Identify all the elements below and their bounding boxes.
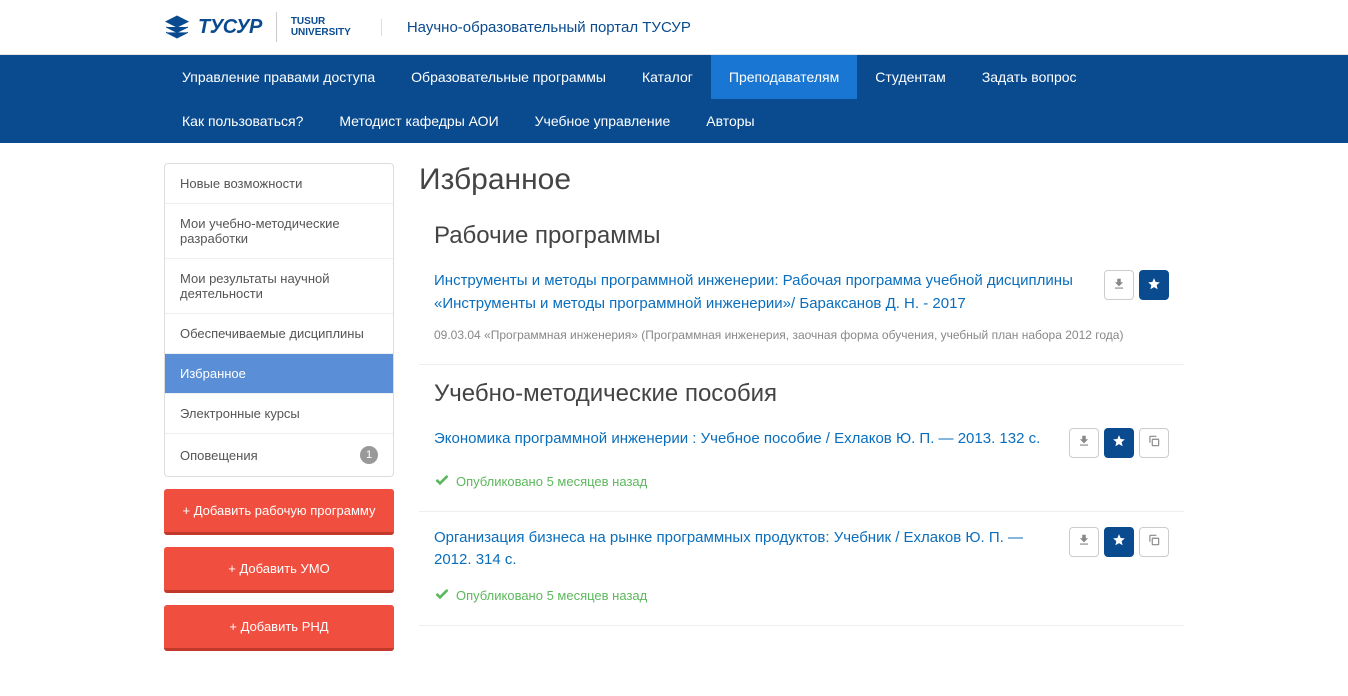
add-button-1[interactable]: + Добавить УМО bbox=[164, 547, 394, 593]
sidebar-item-label: Электронные курсы bbox=[180, 406, 300, 421]
download-icon bbox=[1077, 533, 1091, 550]
sidebar-item-1[interactable]: Мои учебно-методические разработки bbox=[165, 204, 393, 259]
sidebar-item-3[interactable]: Обеспечиваемые дисциплины bbox=[165, 314, 393, 354]
download-icon bbox=[1112, 277, 1126, 294]
item-actions bbox=[1104, 270, 1169, 300]
header: ТУСУР TUSUR UNIVERSITY Научно-образовате… bbox=[0, 0, 1348, 55]
star-icon bbox=[1147, 277, 1161, 294]
sidebar-item-label: Новые возможности bbox=[180, 176, 302, 191]
copy-button[interactable] bbox=[1139, 428, 1169, 458]
nav-item-1[interactable]: Образовательные программы bbox=[393, 55, 624, 99]
sidebar-item-5[interactable]: Электронные курсы bbox=[165, 394, 393, 434]
main-nav: Управление правами доступаОбразовательны… bbox=[0, 55, 1348, 143]
item-status: Опубликовано 5 месяцев назад bbox=[434, 472, 1169, 491]
item-status: Опубликовано 5 месяцев назад bbox=[434, 586, 1169, 605]
sidebar-item-label: Мои результаты научной деятельности bbox=[180, 271, 378, 301]
check-icon bbox=[434, 472, 450, 491]
sidebar-item-label: Мои учебно-методические разработки bbox=[180, 216, 378, 246]
item-meta: 09.03.04 «Программная инженерия» (Програ… bbox=[434, 327, 1169, 344]
nav-item-0[interactable]: Управление правами доступа bbox=[164, 55, 393, 99]
star-button[interactable] bbox=[1139, 270, 1169, 300]
portal-title: Научно-образовательный портал ТУСУР bbox=[381, 19, 691, 36]
sidebar-item-0[interactable]: Новые возможности bbox=[165, 164, 393, 204]
download-button[interactable] bbox=[1104, 270, 1134, 300]
star-icon bbox=[1112, 434, 1126, 451]
download-button[interactable] bbox=[1069, 428, 1099, 458]
section-heading: Рабочие программы bbox=[419, 222, 1184, 250]
item-title-link[interactable]: Экономика программной инженерии : Учебно… bbox=[434, 428, 1054, 451]
nav-item-6[interactable]: Как пользоваться? bbox=[164, 99, 321, 143]
star-button[interactable] bbox=[1104, 527, 1134, 557]
nav-item-2[interactable]: Каталог bbox=[624, 55, 711, 99]
sidebar-item-label: Обеспечиваемые дисциплины bbox=[180, 326, 364, 341]
sidebar-item-6[interactable]: Оповещения 1 bbox=[165, 434, 393, 476]
logo-text: ТУСУР bbox=[198, 16, 262, 39]
notification-badge: 1 bbox=[360, 446, 378, 464]
sidebar: Новые возможности Мои учебно-методические… bbox=[164, 163, 394, 651]
list-item: Инструменты и методы программной инженер… bbox=[419, 270, 1184, 365]
list-item: Организация бизнеса на рынке программных… bbox=[419, 527, 1184, 626]
nav-item-8[interactable]: Учебное управление bbox=[517, 99, 689, 143]
item-title-link[interactable]: Инструменты и методы программной инженер… bbox=[434, 270, 1089, 315]
copy-button[interactable] bbox=[1139, 527, 1169, 557]
add-button-2[interactable]: + Добавить РНД bbox=[164, 605, 394, 651]
status-text: Опубликовано 5 месяцев назад bbox=[456, 588, 647, 603]
check-icon bbox=[434, 586, 450, 605]
logo[interactable]: ТУСУР TUSUR UNIVERSITY bbox=[164, 12, 351, 42]
page-title: Избранное bbox=[419, 163, 1184, 197]
sidebar-item-label: Оповещения bbox=[180, 448, 258, 463]
nav-item-7[interactable]: Методист кафедры АОИ bbox=[321, 99, 516, 143]
nav-item-4[interactable]: Студентам bbox=[857, 55, 964, 99]
copy-icon bbox=[1147, 533, 1161, 550]
star-button[interactable] bbox=[1104, 428, 1134, 458]
status-text: Опубликовано 5 месяцев назад bbox=[456, 474, 647, 489]
download-button[interactable] bbox=[1069, 527, 1099, 557]
sidebar-item-2[interactable]: Мои результаты научной деятельности bbox=[165, 259, 393, 314]
logo-divider bbox=[276, 12, 277, 42]
sidebar-item-label: Избранное bbox=[180, 366, 246, 381]
main-content: Избранное Рабочие программы Инструменты и… bbox=[419, 163, 1184, 651]
logo-sub-1: TUSUR bbox=[291, 16, 351, 27]
item-title-link[interactable]: Организация бизнеса на рынке программных… bbox=[434, 527, 1054, 572]
nav-item-9[interactable]: Авторы bbox=[688, 99, 772, 143]
item-actions bbox=[1069, 527, 1169, 557]
download-icon bbox=[1077, 434, 1091, 451]
nav-item-5[interactable]: Задать вопрос bbox=[964, 55, 1095, 99]
logo-icon bbox=[164, 14, 190, 40]
sidebar-item-4[interactable]: Избранное bbox=[165, 354, 393, 394]
add-button-0[interactable]: + Добавить рабочую программу bbox=[164, 489, 394, 535]
star-icon bbox=[1112, 533, 1126, 550]
sidebar-menu: Новые возможности Мои учебно-методические… bbox=[164, 163, 394, 477]
nav-item-3[interactable]: Преподавателям bbox=[711, 55, 857, 99]
item-actions bbox=[1069, 428, 1169, 458]
copy-icon bbox=[1147, 434, 1161, 451]
section-heading: Учебно-методические пособия bbox=[419, 380, 1184, 408]
list-item: Экономика программной инженерии : Учебно… bbox=[419, 428, 1184, 512]
logo-sub-2: UNIVERSITY bbox=[291, 27, 351, 38]
